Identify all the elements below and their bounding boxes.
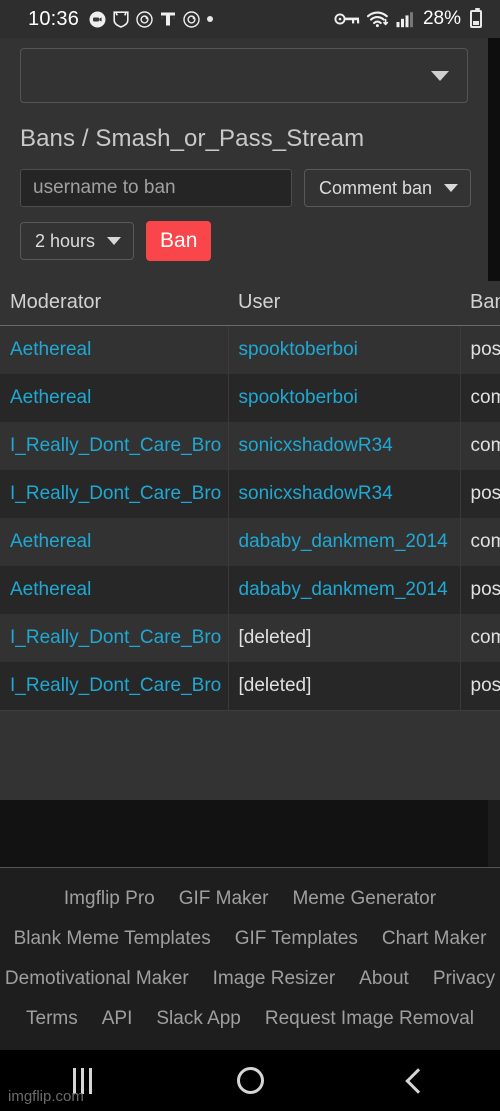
imgflip-watermark: imgflip.com bbox=[8, 1088, 84, 1105]
back-icon[interactable] bbox=[405, 1067, 432, 1094]
column-header-moderator[interactable]: Moderator bbox=[0, 281, 228, 326]
table-header-row: Moderator User Ban Type bbox=[0, 281, 500, 326]
page-content: Bans / Smash_or_Pass_Stream Comment ban … bbox=[0, 38, 500, 1050]
battery-percent-label: 28% bbox=[422, 8, 461, 29]
table-empty-space bbox=[0, 710, 500, 800]
chevron-down-icon bbox=[444, 184, 459, 192]
footer-link[interactable]: Privacy bbox=[421, 968, 500, 990]
footer-link[interactable]: Chart Maker bbox=[370, 928, 499, 950]
table-row: Aetherealspooktoberboipost bbox=[0, 325, 500, 374]
chevron-down-icon bbox=[431, 70, 449, 81]
footer-link[interactable]: Image Resizer bbox=[201, 968, 348, 990]
shield-app-icon bbox=[113, 10, 129, 28]
table-row: Aetherealspooktoberboicomment bbox=[0, 374, 500, 422]
ban-form-row-2: 2 hours Ban bbox=[0, 221, 488, 261]
footer-link-row: Imgflip Pro GIF Maker Meme Generator bbox=[0, 888, 500, 910]
ban-type-select[interactable]: Comment ban bbox=[304, 169, 472, 207]
cell-user[interactable]: dababy_dankmem_2014 bbox=[228, 566, 461, 614]
column-header-ban-type[interactable]: Ban Type bbox=[460, 281, 500, 326]
table-row: Aetherealdababy_dankmem_2014post bbox=[0, 566, 500, 614]
battery-icon bbox=[470, 8, 482, 28]
table-row: I_Really_Dont_Care_Bro[deleted]post bbox=[0, 662, 500, 710]
footer-links: Imgflip Pro GIF Maker Meme Generator Blank … bbox=[0, 888, 500, 1034]
footer-link[interactable]: Imgflip Pro bbox=[52, 888, 167, 910]
target-app-icon-2 bbox=[183, 10, 200, 28]
cell-user[interactable]: spooktoberboi bbox=[228, 325, 461, 374]
cell-moderator[interactable]: Aethereal bbox=[0, 325, 229, 374]
cell-ban-type: post bbox=[460, 662, 500, 710]
footer-link[interactable]: Terms bbox=[14, 1008, 90, 1030]
footer-link-row: Demotivational Maker Image Resizer About Pr… bbox=[0, 968, 500, 990]
cell-user: [deleted] bbox=[228, 662, 461, 710]
home-icon[interactable] bbox=[236, 1067, 264, 1094]
cellular-signal-icon bbox=[396, 11, 414, 28]
table-row: I_Really_Dont_Care_Bro sonicxshadowR34 com… bbox=[0, 422, 500, 470]
cell-moderator[interactable]: I_Really_Dont_Care_Bro bbox=[0, 662, 229, 710]
footer-link[interactable]: GIF Templates bbox=[223, 928, 370, 950]
phone-screen: 10:36 28% Bans / Smash_or_Pass_Stream us… bbox=[0, 0, 500, 1111]
cell-user[interactable]: dababy_dankmem_2014 bbox=[228, 518, 461, 566]
footer-link[interactable]: API bbox=[90, 1008, 145, 1030]
zoom-app-icon bbox=[89, 11, 106, 28]
vpn-key-icon bbox=[334, 11, 360, 27]
footer-link-row: Blank Meme Templates GIF Templates Chart M… bbox=[0, 928, 500, 950]
cell-user[interactable]: sonicxshadowR34 bbox=[228, 422, 461, 470]
dot-icon bbox=[207, 16, 214, 22]
bans-table-body: AetherealspooktoberboipostAetherealspook… bbox=[0, 325, 500, 710]
ban-form-row-1: Comment ban bbox=[0, 169, 488, 207]
table-row: I_Really_Dont_Care_Bro[deleted]comment bbox=[0, 614, 500, 662]
status-bar-clock: 10:36 bbox=[28, 7, 80, 30]
status-bar: 10:36 28% bbox=[0, 0, 500, 38]
cell-user[interactable]: sonicxshadowR34 bbox=[228, 470, 461, 518]
ban-button[interactable]: Ban bbox=[146, 221, 212, 261]
t-mobile-icon bbox=[160, 11, 176, 27]
page-right-edge-strip bbox=[488, 38, 500, 300]
column-header-user[interactable]: User bbox=[228, 281, 460, 326]
cell-ban-type: post bbox=[460, 566, 500, 614]
footer-link[interactable]: Slack App bbox=[144, 1008, 253, 1030]
stream-select-wrapper bbox=[0, 38, 488, 103]
cell-user[interactable]: spooktoberboi bbox=[228, 374, 461, 422]
cell-ban-type: comment bbox=[460, 422, 500, 470]
ban-duration-label: 2 hours bbox=[35, 230, 96, 251]
status-bar-notification-icons bbox=[89, 10, 214, 28]
cell-ban-type: comment bbox=[460, 614, 500, 662]
bans-table-scroll[interactable]: Moderator User Ban Type Aetherealspookto… bbox=[0, 281, 500, 800]
table-row: Aetherealdababy_dankmem_2014comment bbox=[0, 518, 500, 566]
cell-moderator[interactable]: I_Really_Dont_Care_Bro bbox=[0, 470, 229, 518]
footer-link[interactable]: Blank Meme Templates bbox=[2, 928, 223, 950]
bans-table: Moderator User Ban Type Aetherealspookto… bbox=[0, 281, 500, 710]
cell-moderator[interactable]: Aethereal bbox=[0, 374, 229, 422]
footer-link[interactable]: About bbox=[347, 968, 421, 990]
cell-ban-type: comment bbox=[460, 518, 500, 566]
chevron-down-icon bbox=[107, 237, 122, 245]
cell-ban-type: post bbox=[460, 325, 500, 374]
table-row: I_Really_Dont_Care_Bro sonicxshadowR34 pos… bbox=[0, 470, 500, 518]
ban-duration-select[interactable]: 2 hours bbox=[20, 222, 135, 260]
status-bar-system-icons: 28% bbox=[334, 8, 488, 30]
footer-link[interactable]: GIF Maker bbox=[167, 888, 281, 910]
footer-link[interactable]: Request Image Removal bbox=[253, 1008, 486, 1030]
cell-moderator[interactable]: I_Really_Dont_Care_Bro bbox=[0, 614, 229, 662]
ban-type-label: Comment ban bbox=[319, 177, 433, 198]
footer-link-row: Terms API Slack App Request Image Removal bbox=[0, 1008, 500, 1030]
cell-ban-type: post bbox=[460, 470, 500, 518]
wifi-icon bbox=[366, 10, 389, 28]
username-input[interactable] bbox=[20, 169, 292, 207]
footer-link[interactable]: Demotivational Maker bbox=[0, 968, 201, 990]
target-app-icon bbox=[136, 10, 153, 28]
cell-moderator[interactable]: Aethereal bbox=[0, 566, 229, 614]
cell-user: [deleted] bbox=[228, 614, 461, 662]
footer-link[interactable]: Meme Generator bbox=[280, 888, 448, 910]
breadcrumb: Bans / Smash_or_Pass_Stream bbox=[20, 125, 365, 152]
cell-moderator[interactable]: Aethereal bbox=[0, 518, 229, 566]
site-footer: Imgflip Pro GIF Maker Meme Generator Blank … bbox=[0, 867, 500, 1050]
cell-moderator[interactable]: I_Really_Dont_Care_Bro bbox=[0, 422, 229, 470]
cell-ban-type: comment bbox=[460, 374, 500, 422]
content-bottom-band bbox=[0, 800, 488, 867]
stream-select[interactable] bbox=[20, 48, 468, 103]
